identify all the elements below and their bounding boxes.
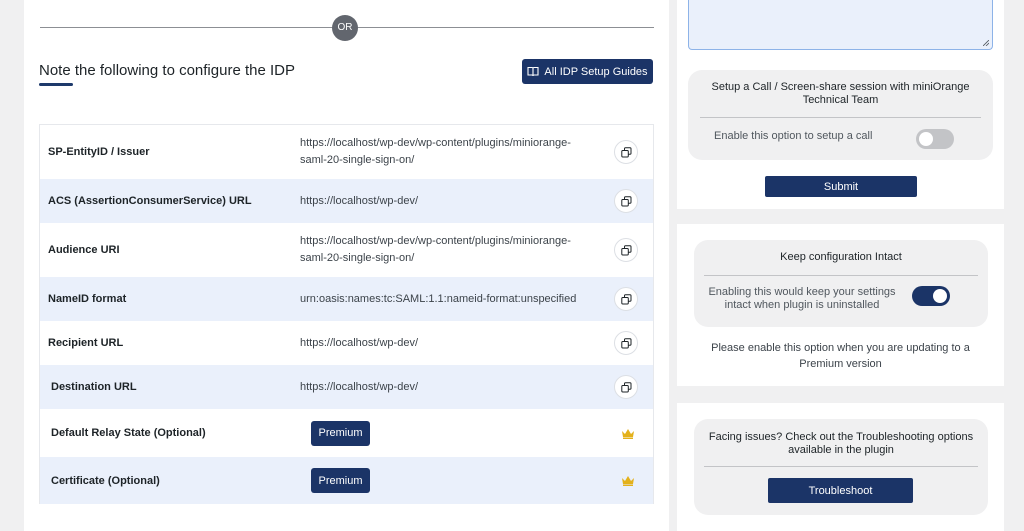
keep-config-box: Keep configuration Intact Enabling this …	[694, 240, 988, 327]
troubleshoot-divider	[704, 466, 978, 467]
idp-config-panel: OR Note the following to configure the I…	[24, 0, 669, 531]
keep-config-divider	[704, 275, 978, 276]
row-value: urn:oasis:names:tc:SAML:1.1:nameid-forma…	[300, 292, 577, 305]
support-card: Setup a Call / Screen-share session with…	[677, 0, 1004, 209]
sp-metadata-table: SP-EntityID / Issuer https://localhost/w…	[39, 124, 654, 504]
idp-setup-guides-button[interactable]: All IDP Setup Guides	[522, 59, 653, 84]
book-icon	[527, 66, 539, 77]
row-label: NameID format	[48, 293, 127, 305]
crown-icon	[622, 428, 634, 439]
call-setup-box: Setup a Call / Screen-share session with…	[688, 70, 993, 160]
row-label: SP-EntityID / Issuer	[48, 146, 150, 158]
row-label: Certificate (Optional)	[51, 474, 160, 487]
copy-icon[interactable]	[614, 189, 638, 213]
row-label: Destination URL	[51, 381, 137, 393]
troubleshoot-card: Facing issues? Check out the Troubleshoo…	[677, 403, 1004, 531]
premium-button[interactable]: Premium	[311, 420, 370, 446]
title-underline	[39, 83, 73, 86]
table-row-relay-state: Default Relay State (Optional) Premium	[40, 409, 653, 457]
keep-config-card: Keep configuration Intact Enabling this …	[677, 224, 1004, 386]
call-toggle[interactable]	[916, 129, 954, 149]
troubleshoot-button[interactable]: Troubleshoot	[768, 478, 913, 503]
troubleshoot-box: Facing issues? Check out the Troubleshoo…	[694, 419, 988, 515]
toggle-knob	[933, 289, 947, 303]
row-label: ACS (AssertionConsumerService) URL	[48, 195, 252, 207]
crown-icon	[622, 476, 634, 486]
call-setup-divider	[700, 117, 981, 118]
row-label: Default Relay State (Optional)	[51, 427, 206, 439]
row-value: https://localhost/wp-dev/wp-content/plug…	[300, 235, 571, 264]
table-row-audience-uri: Audience URI https://localhost/wp-dev/wp…	[40, 223, 653, 277]
row-value: https://localhost/wp-dev/	[300, 194, 419, 207]
row-label: Audience URI	[48, 244, 120, 256]
copy-icon[interactable]	[614, 238, 638, 262]
resize-grip-icon[interactable]	[983, 40, 989, 46]
table-row-certificate: Certificate (Optional) Premium	[40, 457, 653, 504]
section-title: Note the following to configure the IDP	[39, 62, 295, 79]
support-query-textarea[interactable]	[688, 0, 993, 50]
copy-icon[interactable]	[614, 375, 638, 399]
call-toggle-label: Enable this option to setup a call	[714, 130, 873, 142]
copy-icon[interactable]	[614, 331, 638, 355]
row-value: https://localhost/wp-dev/	[300, 380, 419, 393]
keep-config-title: Keep configuration Intact	[780, 251, 902, 263]
idp-setup-guides-label: All IDP Setup Guides	[544, 65, 648, 78]
or-divider-badge: OR	[332, 15, 358, 41]
table-row-recipient-url: Recipient URL https://localhost/wp-dev/	[40, 321, 653, 365]
table-row-acs-url: ACS (AssertionConsumerService) URL https…	[40, 179, 653, 223]
call-setup-title: Setup a Call / Screen-share session with…	[711, 81, 970, 106]
row-value: https://localhost/wp-dev/wp-content/plug…	[300, 137, 571, 166]
copy-icon[interactable]	[614, 287, 638, 311]
row-label: Recipient URL	[48, 337, 124, 349]
submit-button[interactable]: Submit	[765, 176, 917, 197]
row-value: https://localhost/wp-dev/	[300, 336, 419, 349]
toggle-knob	[919, 132, 933, 146]
table-row-nameid-format: NameID format urn:oasis:names:tc:SAML:1.…	[40, 277, 653, 321]
keep-config-toggle-label: Enabling this would keep your settings i…	[708, 286, 896, 311]
troubleshoot-title: Facing issues? Check out the Troubleshoo…	[708, 431, 974, 456]
keep-config-toggle[interactable]	[912, 286, 950, 306]
table-row-sp-entity-id: SP-EntityID / Issuer https://localhost/w…	[40, 125, 653, 179]
keep-config-note: Please enable this option when you are u…	[711, 342, 970, 370]
table-row-destination-url: Destination URL https://localhost/wp-dev…	[40, 365, 653, 409]
copy-icon[interactable]	[614, 140, 638, 164]
premium-button[interactable]: Premium	[311, 468, 370, 493]
